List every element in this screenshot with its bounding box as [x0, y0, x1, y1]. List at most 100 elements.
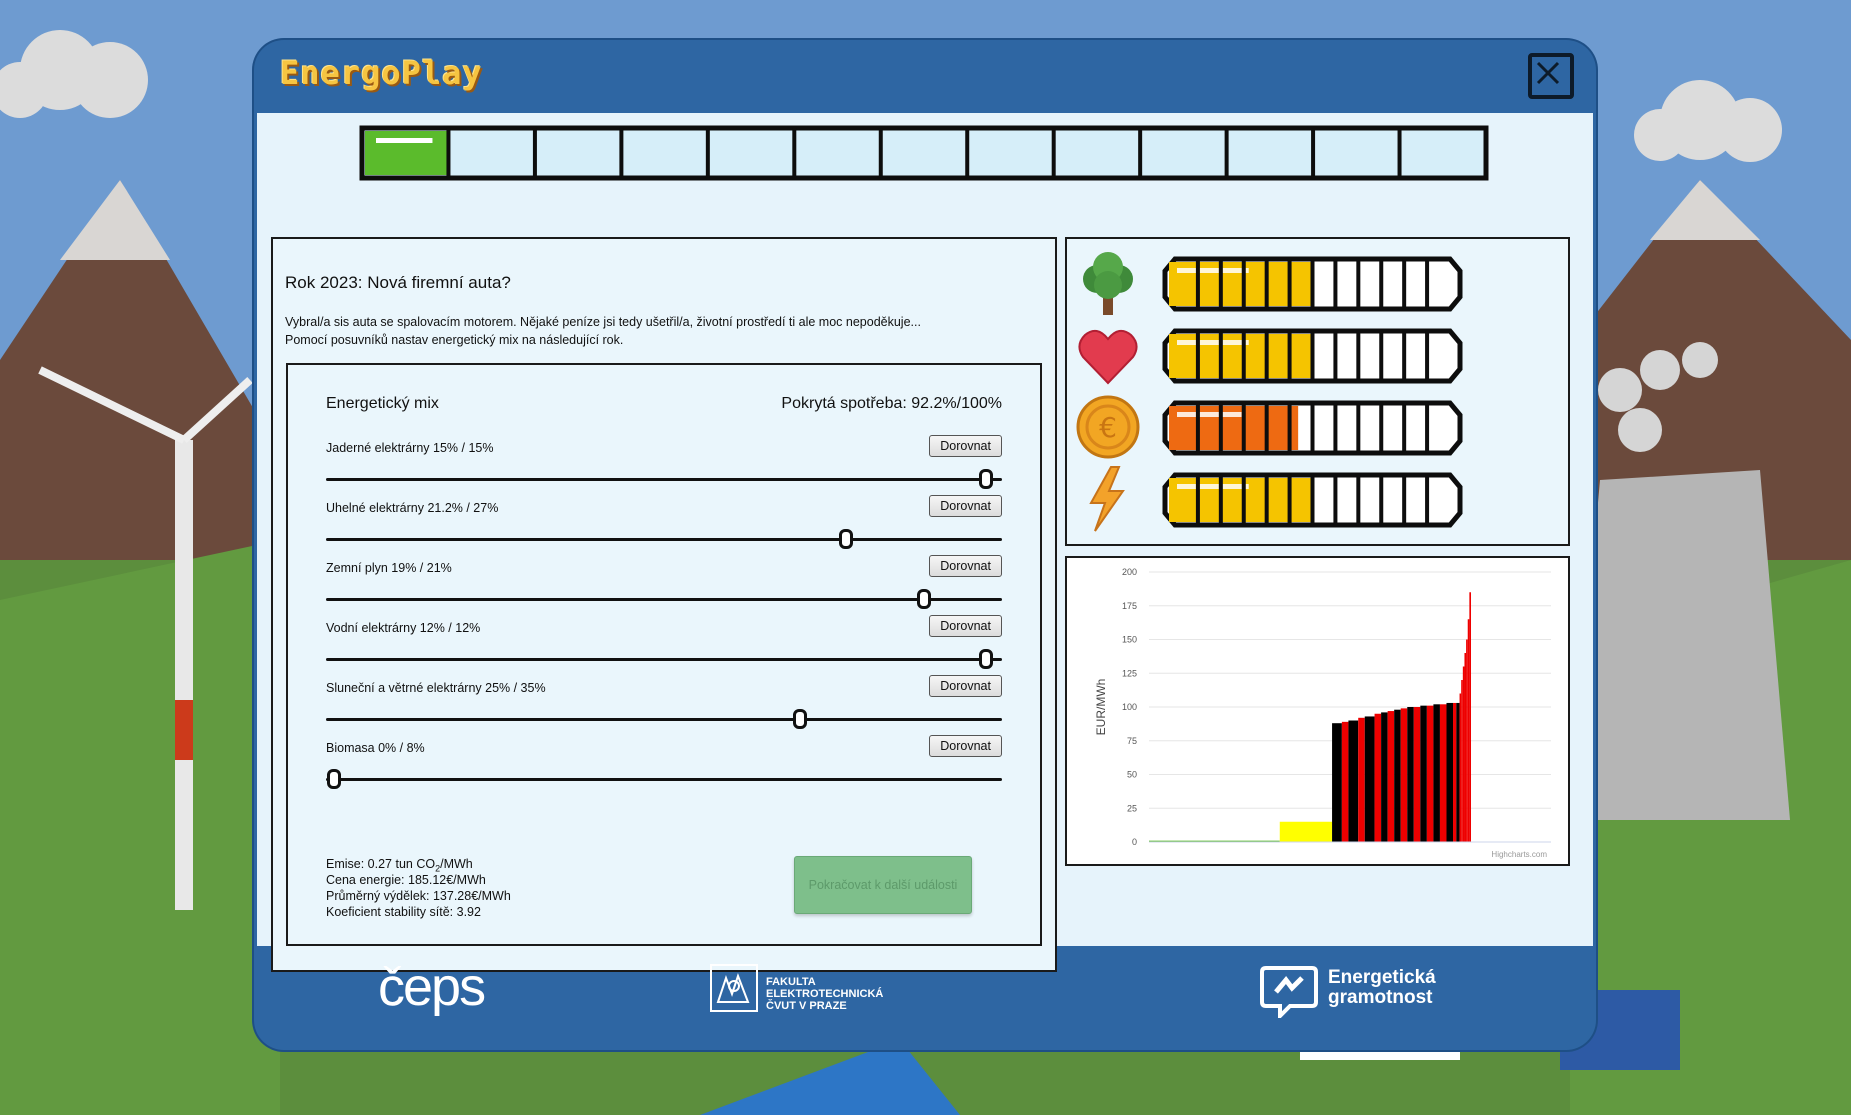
- energy-source-row: Jaderné elektrárny 15% / 15% Dorovnat: [326, 435, 1002, 495]
- status-meter-bar: [1162, 472, 1463, 528]
- close-icon: [1536, 61, 1560, 85]
- supply-bar: [1459, 693, 1462, 842]
- status-meters-panel: €: [1065, 237, 1570, 546]
- grid-stability-stat: Koeficient stability sítě: 3.92: [326, 905, 481, 919]
- fel-line1: FAKULTA: [766, 976, 816, 988]
- average-income-stat: Průměrný výdělek: 137.28€/MWh: [326, 889, 511, 903]
- fel-line2: ELEKTROTECHNICKÁ: [766, 988, 884, 1000]
- emissions-stat: Emise: 0.27 tun CO2/MWh: [326, 857, 473, 874]
- chart-credit: Highcharts.com: [1491, 850, 1547, 859]
- energy-source-label: Uhelné elektrárny 21.2% / 27%: [326, 501, 499, 515]
- energy-source-row: Vodní elektrárny 12% / 12% Dorovnat: [326, 615, 1002, 675]
- supply-bar: [1453, 702, 1457, 842]
- even-out-button[interactable]: Dorovnat: [929, 735, 1002, 757]
- energy-source-label: Jaderné elektrárny 15% / 15%: [326, 441, 494, 455]
- energy-slider-thumb[interactable]: [792, 709, 807, 729]
- eg-line1: Energetická: [1328, 967, 1436, 988]
- energy-slider-track[interactable]: [326, 658, 1002, 661]
- status-meter-bar: [1162, 256, 1463, 312]
- supply-bar: [1446, 702, 1454, 842]
- supply-bar: [1364, 716, 1375, 842]
- game-modal: EnergoPlay Rok 2023: Nová firemní auta? …: [254, 40, 1596, 1050]
- y-tick-label: 0: [1132, 837, 1137, 847]
- energy-source-label: Zemní plyn 19% / 21%: [326, 561, 452, 575]
- close-button[interactable]: [1528, 53, 1574, 99]
- supply-bar: [1439, 704, 1447, 842]
- energoplay-logo: EnergoPlay: [280, 54, 483, 92]
- supply-bar: [1394, 709, 1401, 842]
- event-instruction: Pomocí posuvníků nastav energetický mix …: [285, 333, 624, 347]
- modal-content: Rok 2023: Nová firemní auta? Vybral/a si…: [257, 113, 1593, 972]
- progress-fill: [365, 131, 449, 175]
- y-tick-label: 50: [1127, 770, 1137, 780]
- y-tick-label: 100: [1122, 702, 1137, 712]
- modal-header: EnergoPlay: [254, 40, 1596, 112]
- supply-bar: [1407, 707, 1414, 842]
- energy-slider-thumb[interactable]: [838, 529, 853, 549]
- y-axis-label: EUR/MWh: [1094, 679, 1108, 736]
- even-out-button[interactable]: Dorovnat: [929, 435, 1002, 457]
- energy-slider-thumb[interactable]: [979, 649, 993, 669]
- supply-bar: [1461, 680, 1463, 842]
- supply-bar: [1374, 713, 1382, 842]
- eg-line2: gramotnost: [1328, 987, 1433, 1008]
- energy-price-stat: Cena energie: 185.12€/MWh: [326, 873, 486, 887]
- energy-slider-track[interactable]: [326, 538, 1002, 541]
- energy-source-row: Biomasa 0% / 8% Dorovnat: [326, 735, 1002, 795]
- event-panel: Rok 2023: Nová firemní auta? Vybral/a si…: [271, 237, 1057, 972]
- y-tick-label: 200: [1122, 567, 1137, 577]
- supply-bar: [1469, 592, 1471, 842]
- energy-slider-track[interactable]: [326, 718, 1002, 721]
- fel-crest-icon: [710, 964, 758, 1012]
- even-out-button[interactable]: Dorovnat: [929, 615, 1002, 637]
- event-description: Vybral/a sis auta se spalovacím motorem.…: [285, 315, 921, 329]
- supply-bar: [1433, 704, 1440, 842]
- even-out-button[interactable]: Dorovnat: [929, 675, 1002, 697]
- status-meter-row: €: [1075, 393, 1563, 465]
- even-out-button[interactable]: Dorovnat: [929, 495, 1002, 517]
- svg-text:€: €: [1099, 411, 1117, 444]
- supply-bar: [1464, 653, 1467, 842]
- energy-source-label: Vodní elektrárny 12% / 12%: [326, 621, 481, 635]
- y-tick-label: 175: [1122, 601, 1137, 611]
- y-tick-label: 150: [1122, 635, 1137, 645]
- y-tick-label: 75: [1127, 736, 1137, 746]
- fel-line3: ČVUT V PRAZE: [766, 1000, 847, 1012]
- lightning-icon: [1089, 466, 1125, 532]
- event-title: Rok 2023: Nová firemní auta?: [285, 273, 511, 292]
- footer: čeps FAKULTA ELEKTROTECHNICKÁ ČVUT V PRA…: [254, 946, 1596, 1050]
- supply-bar: [1387, 711, 1395, 842]
- game-progress-bar: [359, 125, 1489, 181]
- energy-slider-thumb[interactable]: [916, 589, 931, 609]
- euro-coin-icon: €: [1076, 395, 1140, 459]
- status-meter-bar: [1162, 328, 1463, 384]
- continue-button[interactable]: Pokračovat k další události: [794, 856, 972, 914]
- supply-bar: [1467, 619, 1470, 842]
- price-chart: 0 25 50 75 100 125 150 175 200 EUR/MWh Highcharts.…: [1094, 567, 1551, 859]
- heart-icon: [1078, 329, 1138, 385]
- coverage-status: Pokrytá spotřeba: 92.2%/100%: [781, 395, 1002, 412]
- energy-slider-thumb[interactable]: [327, 769, 341, 789]
- energy-source-row: Uhelné elektrárny 21.2% / 27% Dorovnat: [326, 495, 1002, 555]
- supply-bar: [1466, 639, 1468, 842]
- tree-icon: [1083, 252, 1133, 315]
- y-tick-label: 25: [1127, 803, 1137, 813]
- energy-slider-track[interactable]: [326, 598, 1002, 601]
- energy-source-label: Sluneční a větrné elektrárny 25% / 35%: [326, 681, 546, 695]
- supply-bar: [1420, 705, 1427, 842]
- supply-bar: [1358, 717, 1365, 842]
- energy-source-row: Sluneční a větrné elektrárny 25% / 35% Do…: [326, 675, 1002, 735]
- even-out-button[interactable]: Dorovnat: [929, 555, 1002, 577]
- energy-mix-heading: Energetický mix: [326, 395, 439, 412]
- y-tick-label: 125: [1122, 668, 1137, 678]
- energy-slider-thumb[interactable]: [979, 469, 993, 489]
- chat-bubble-icon: [1260, 966, 1318, 1018]
- ceps-logo: čeps: [378, 957, 486, 1017]
- progress-shine: [376, 138, 433, 143]
- energy-slider-track[interactable]: [326, 778, 1002, 781]
- status-meter-row: [1075, 321, 1563, 393]
- status-meter-row: [1075, 249, 1563, 321]
- energy-source-row: Zemní plyn 19% / 21% Dorovnat: [326, 555, 1002, 615]
- energy-slider-track[interactable]: [326, 478, 1002, 481]
- supply-bar: [1413, 707, 1421, 842]
